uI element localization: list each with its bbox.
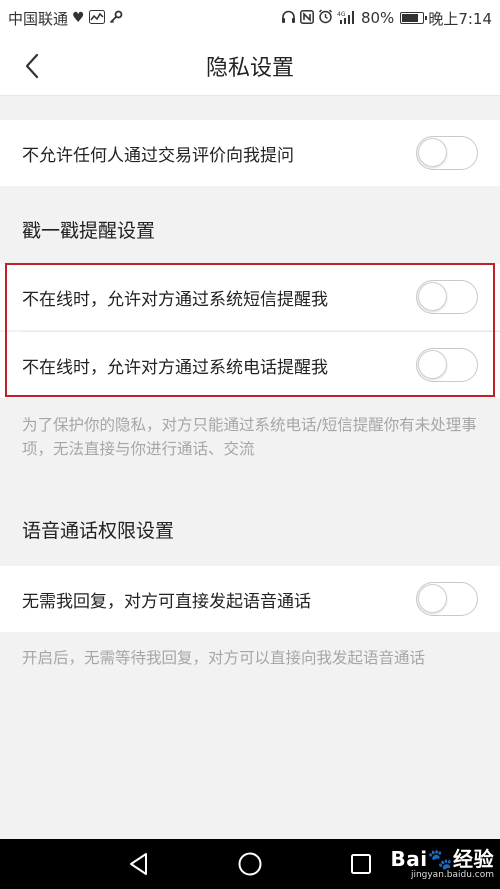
toggle-voice-call[interactable]: [416, 582, 478, 616]
nav-bar: 隐私设置: [0, 36, 500, 96]
voice-call-note: 开启后，无需等待我回复，对方可以直接向我发起语音通话: [22, 649, 426, 667]
toggle-knob: [418, 350, 447, 379]
heart-rate-icon: ♥: [72, 10, 85, 26]
section-title-poke: 戳一戳提醒设置: [22, 220, 156, 242]
key-icon: [109, 10, 123, 27]
headset-icon: [281, 10, 296, 27]
setting-label-phone-remind: 不在线时，允许对方通过系统电话提醒我: [22, 357, 328, 378]
system-back-button[interactable]: [126, 851, 152, 877]
setting-label-sms-remind: 不在线时，允许对方通过系统短信提醒我: [22, 289, 328, 310]
system-home-button[interactable]: [237, 851, 263, 877]
setting-row-sms-remind[interactable]: 不在线时，允许对方通过系统短信提醒我: [0, 264, 500, 330]
back-button[interactable]: [14, 46, 50, 86]
section-title-voice: 语音通话权限设置: [22, 520, 175, 542]
setting-row-no-question[interactable]: 不允许任何人通过交易评价向我提问: [0, 120, 500, 186]
clock-time: 晚上7:14: [428, 9, 492, 28]
carrier-name: 中国联通: [8, 9, 69, 28]
activity-icon: [88, 9, 105, 27]
system-recent-button[interactable]: [348, 851, 374, 877]
svg-text:4G: 4G: [337, 11, 346, 18]
poke-privacy-note: 为了保护你的隐私，对方只能通过系统电话/短信提醒你有未处理事项，无法直接与你进行…: [22, 416, 477, 458]
nfc-icon: [300, 9, 314, 27]
battery-level: [402, 14, 418, 22]
watermark-main: Bai🐾经验: [390, 847, 494, 871]
status-bar: 中国联通 ♥ 4G 80% 晚上7:14: [0, 0, 500, 36]
toggle-no-question[interactable]: [416, 136, 478, 170]
battery-icon: [400, 12, 428, 24]
status-left: 中国联通 ♥: [8, 8, 123, 29]
setting-label-voice-call: 无需我回复，对方可直接发起语音通话: [22, 591, 311, 612]
signal-4g-icon: 4G: [337, 10, 357, 27]
toggle-knob: [418, 138, 447, 167]
toggle-phone-remind[interactable]: [416, 348, 478, 382]
alarm-icon: [318, 9, 333, 27]
setting-row-phone-remind[interactable]: 不在线时，允许对方通过系统电话提醒我: [0, 332, 500, 398]
chevron-left-icon: [25, 53, 39, 79]
toggle-knob: [418, 282, 447, 311]
setting-row-voice-call[interactable]: 无需我回复，对方可直接发起语音通话: [0, 566, 500, 632]
status-right: 4G 80% 晚上7:14: [281, 8, 492, 29]
battery-percent: 80%: [360, 9, 395, 27]
home-circle-icon: [238, 852, 262, 876]
toggle-knob: [418, 584, 447, 613]
back-triangle-icon: [130, 853, 147, 875]
toggle-sms-remind[interactable]: [416, 280, 478, 314]
page-title: 隐私设置: [205, 55, 294, 81]
baidu-jingyan-watermark: Bai🐾经验 jingyan.baidu.com: [391, 843, 495, 880]
recent-square-icon: [351, 854, 371, 874]
privacy-settings-screen: 中国联通 ♥ 4G 80% 晚上7:14 隐私设置 不允许任何人通过交易评价向我…: [0, 0, 500, 889]
system-navigation-bar: Bai🐾经验 jingyan.baidu.com: [0, 839, 500, 889]
setting-label-no-question: 不允许任何人通过交易评价向我提问: [22, 145, 294, 166]
